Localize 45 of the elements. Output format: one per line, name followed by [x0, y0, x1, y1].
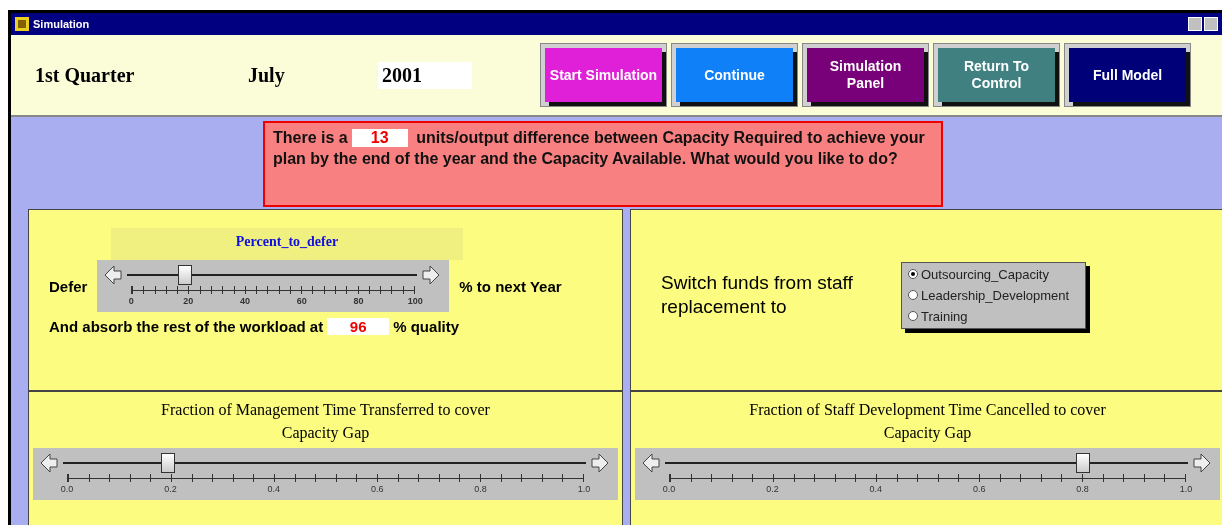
tick-label: 0.0 — [60, 484, 74, 494]
tick-label: 0.4 — [267, 484, 281, 494]
year-field: 2001 — [378, 61, 472, 89]
left-arrow-icon[interactable] — [641, 452, 661, 474]
right-arrow-icon[interactable] — [421, 264, 442, 286]
tick-label: 0.2 — [164, 484, 177, 494]
left-arrow-icon[interactable] — [39, 452, 59, 474]
next-year-label: % to next Year — [459, 277, 562, 295]
slider-thumb[interactable] — [160, 453, 175, 473]
window-title: Simulation — [33, 18, 90, 30]
tick-label: 0.4 — [869, 484, 883, 494]
radio-option[interactable]: Training — [908, 308, 1070, 324]
tick-label: 100 — [407, 296, 423, 306]
tick-label: 20 — [183, 296, 194, 306]
slider-title: Fraction of Staff Development Time Cancelled to cover Capacity Gap — [748, 400, 1107, 444]
month-label: July — [248, 63, 286, 87]
right-arrow-icon[interactable] — [1192, 452, 1212, 474]
tick-label: 40 — [239, 296, 250, 306]
tick-label: 1.0 — [577, 484, 591, 494]
tick-label: 0 — [128, 296, 134, 306]
tick-label: 0.8 — [474, 484, 487, 494]
tick-label: 1.0 — [1179, 484, 1193, 494]
message-text: There is a 13 units/output difference between Capacity Required to achieve your plan by the end of the year and the Capacity Available. What would you like to do? — [263, 121, 943, 207]
tick-label: 0.8 — [1076, 484, 1089, 494]
radio-option[interactable]: Outsourcing_Capacity — [908, 266, 1070, 282]
slider-title: Fraction of Management Time Transferred to cover Capacity Gap — [160, 400, 491, 444]
slider-thumb[interactable] — [178, 265, 193, 285]
slider-title: Percent_to_defer — [234, 233, 340, 251]
right-arrow-icon[interactable] — [590, 452, 610, 474]
slider-thumb[interactable] — [1076, 453, 1091, 473]
tick-label: 0.6 — [370, 484, 384, 494]
tick-label: 0.2 — [766, 484, 779, 494]
radio-option[interactable]: Leadership_Development — [908, 287, 1070, 303]
tick-label: 60 — [296, 296, 307, 306]
defer-label: Defer — [49, 277, 88, 295]
left-arrow-icon[interactable] — [103, 264, 124, 286]
quality-unit: % quality — [393, 318, 460, 335]
tick-label: 80 — [353, 296, 364, 306]
quarter-label: 1st Quarter — [35, 63, 136, 87]
tick-label: 0.6 — [972, 484, 986, 494]
app-icon — [15, 17, 29, 31]
tick-label: 0.0 — [662, 484, 676, 494]
quality-label: And absorb the rest of the workload at — [49, 318, 324, 335]
funds-label: Switch funds from staff replacement to — [661, 271, 854, 319]
quality-field[interactable]: 96 — [327, 318, 390, 335]
